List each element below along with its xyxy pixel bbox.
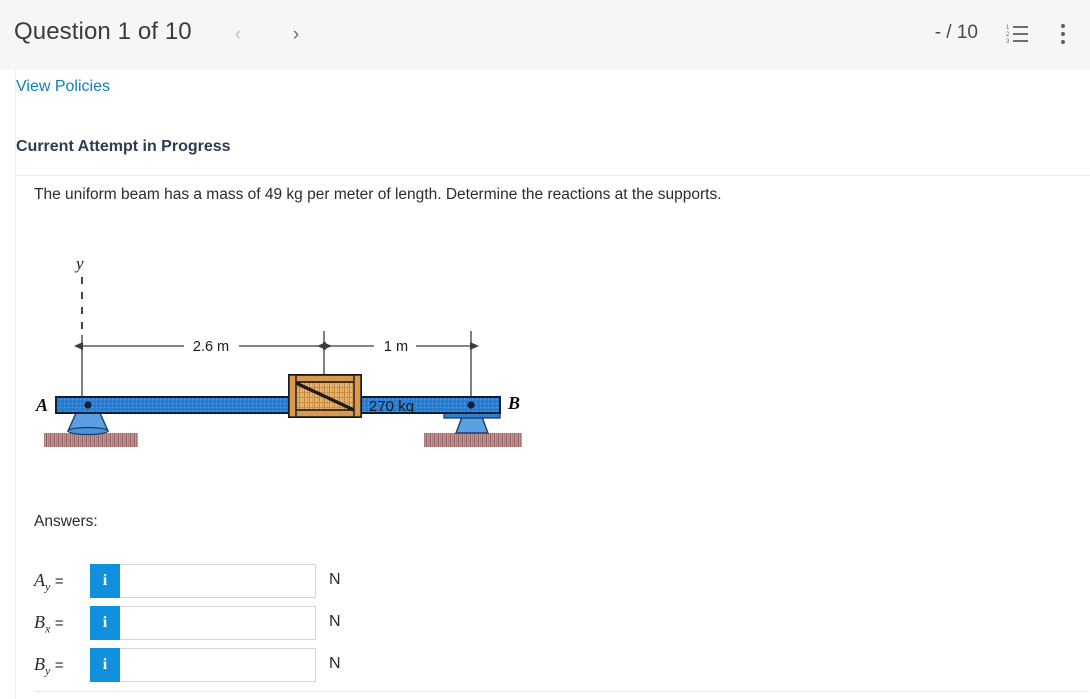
support-b-label: B bbox=[507, 393, 520, 413]
kebab-dot-2 bbox=[1061, 32, 1065, 36]
page-title: Question 1 of 10 bbox=[14, 18, 192, 45]
ground-block-b bbox=[424, 433, 522, 447]
answer-label-ay: Ay = bbox=[34, 570, 88, 595]
support-b-pin-dot bbox=[467, 401, 475, 409]
list-line-2 bbox=[1013, 33, 1028, 35]
next-question-button[interactable]: › bbox=[283, 22, 309, 48]
bottom-divider bbox=[34, 691, 1089, 692]
answer-input-by[interactable] bbox=[120, 648, 316, 682]
unit-label: N bbox=[329, 613, 341, 630]
answer-label-bx: Bx = bbox=[34, 612, 88, 637]
unit-label: N bbox=[329, 655, 341, 672]
more-options-icon[interactable] bbox=[1054, 22, 1072, 46]
ground-block-a bbox=[44, 433, 138, 447]
section-divider bbox=[16, 175, 1090, 176]
answer-input-bx[interactable] bbox=[120, 606, 316, 640]
answer-input-ay[interactable] bbox=[120, 564, 316, 598]
info-button[interactable]: i bbox=[90, 606, 120, 640]
answer-equals: = bbox=[54, 615, 64, 632]
support-a-label: A bbox=[35, 395, 48, 415]
list-number-1: 1 bbox=[1006, 25, 1010, 31]
list-number-2: 2 bbox=[1006, 32, 1010, 38]
question-header-bar: Question 1 of 10 ‹ › - / 10 1 2 3 bbox=[0, 0, 1090, 70]
answer-subscript: x bbox=[45, 621, 51, 636]
answer-subscript: y bbox=[45, 663, 51, 678]
answer-symbol: A bbox=[34, 570, 45, 590]
answer-equals: = bbox=[54, 657, 64, 674]
beam-diagram-figure: y 2.6 m 1 m A B 270 kg bbox=[34, 245, 564, 480]
answers-label: Answers: bbox=[34, 513, 98, 530]
answer-equals: = bbox=[54, 573, 64, 590]
unit-label: N bbox=[329, 571, 341, 588]
kebab-dot-1 bbox=[1061, 24, 1065, 28]
beam-body bbox=[55, 396, 501, 414]
info-button[interactable]: i bbox=[90, 564, 120, 598]
crate-load bbox=[288, 374, 362, 418]
info-button[interactable]: i bbox=[90, 648, 120, 682]
view-policies-link[interactable]: View Policies bbox=[16, 78, 110, 96]
support-a-base bbox=[67, 426, 109, 436]
support-b-pin bbox=[454, 416, 490, 434]
dimension-label-right: 1 m bbox=[384, 339, 408, 355]
list-number-3: 3 bbox=[1006, 39, 1010, 45]
kebab-dot-3 bbox=[1061, 40, 1065, 44]
crate-mass-label: 270 kg bbox=[369, 398, 414, 415]
list-line-3 bbox=[1013, 40, 1028, 42]
problem-statement: The uniform beam has a mass of 49 kg per… bbox=[34, 186, 722, 203]
beam-diagram-svg: y 2.6 m 1 m A B 270 kg bbox=[35, 254, 522, 447]
previous-question-button[interactable]: ‹ bbox=[225, 22, 251, 48]
numbered-list-icon[interactable]: 1 2 3 bbox=[1006, 24, 1028, 45]
answer-label-by: By = bbox=[34, 654, 88, 679]
list-line-1 bbox=[1013, 26, 1028, 28]
attempt-status-heading: Current Attempt in Progress bbox=[16, 138, 231, 155]
question-content-panel: View Policies Current Attempt in Progres… bbox=[15, 70, 1090, 699]
dimension-label-left: 2.6 m bbox=[193, 339, 229, 355]
answer-symbol: B bbox=[34, 612, 45, 632]
y-axis-label: y bbox=[74, 254, 84, 273]
answer-subscript: y bbox=[45, 579, 51, 594]
support-a-pin-dot bbox=[84, 401, 92, 409]
score-display: - / 10 bbox=[934, 22, 978, 43]
answer-symbol: B bbox=[34, 654, 45, 674]
